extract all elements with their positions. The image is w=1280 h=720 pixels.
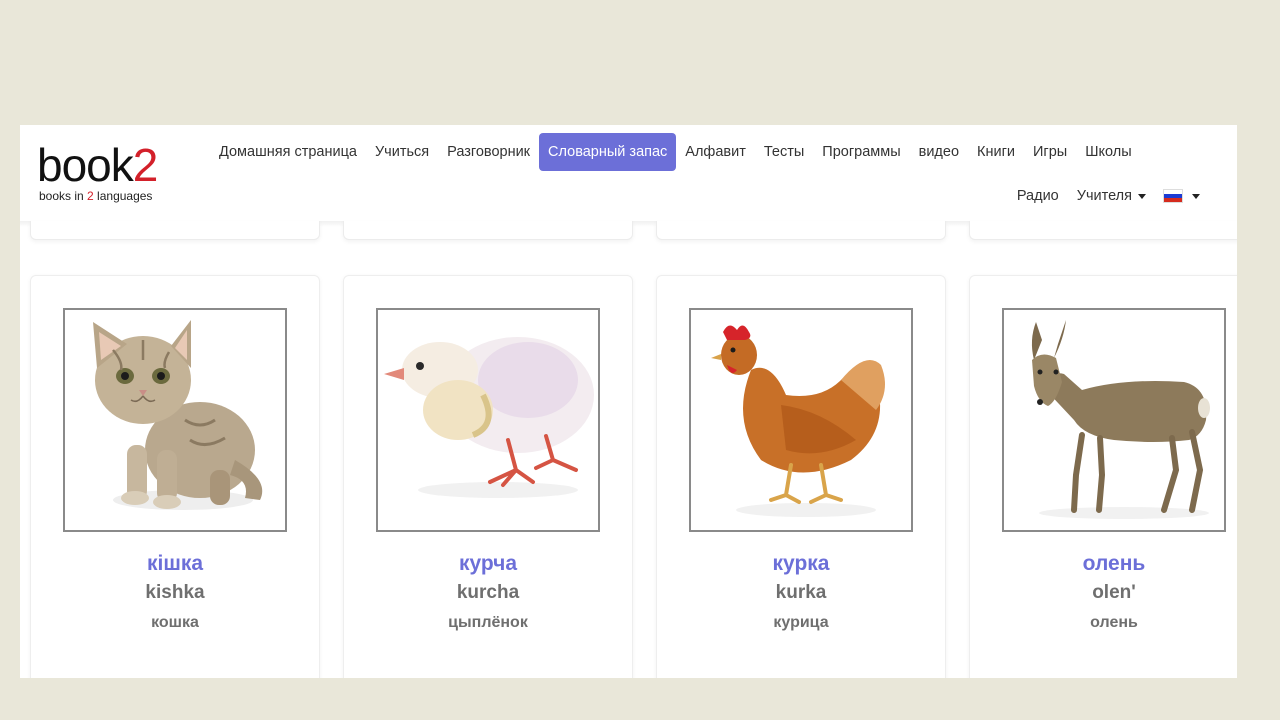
prev-card-bottom <box>30 221 320 240</box>
nav-schools[interactable]: Школы <box>1076 133 1140 171</box>
nav-books[interactable]: Книги <box>968 133 1024 171</box>
logo-tag-start: books in <box>39 189 88 203</box>
nav-teachers-label: Учителя <box>1076 188 1132 204</box>
nav-home[interactable]: Домашняя страница <box>210 133 366 171</box>
secondary-nav: Радио Учителя <box>1008 177 1209 215</box>
word-transliteration: kurcha <box>456 582 520 603</box>
logo-tagline: books in 2 languages <box>39 189 157 203</box>
vocab-card-deer[interactable]: олень olen' олень <box>969 275 1237 678</box>
nav-radio[interactable]: Радио <box>1008 177 1068 215</box>
word-russian: курица <box>773 614 829 631</box>
language-dropdown[interactable] <box>1155 179 1209 213</box>
prev-card-bottom <box>656 221 946 240</box>
deer-illustration <box>1031 320 1210 519</box>
nav-alphabet[interactable]: Алфавит <box>676 133 755 171</box>
logo-wordmark: book2 <box>37 139 159 191</box>
ru-flag-icon <box>1164 190 1182 202</box>
word-native[interactable]: олень <box>970 552 1237 576</box>
word-russian: кошка <box>151 614 199 631</box>
kitten-image <box>63 308 287 532</box>
chick-image <box>376 308 600 532</box>
word-russian: цыплёнок <box>448 614 528 631</box>
word-transliteration: kishka <box>145 582 205 603</box>
logo-tag-end: languages <box>93 189 153 203</box>
word-native[interactable]: кішка <box>31 552 319 576</box>
word-transliteration: olen' <box>1092 582 1136 603</box>
nav-phrasebook[interactable]: Разговорник <box>438 133 539 171</box>
nav-learn[interactable]: Учиться <box>366 133 438 171</box>
word-transliteration: kurka <box>775 582 827 603</box>
book2-logo[interactable]: book2 books in 2 languages <box>37 139 159 203</box>
prev-card-bottom <box>969 221 1237 240</box>
word-russian: олень <box>1090 614 1138 631</box>
deer-image <box>1002 308 1226 532</box>
word-native[interactable]: курча <box>344 552 632 576</box>
logo-word-accent: 2 <box>132 139 159 191</box>
page-frame: book2 books in 2 languages Домашняя стра… <box>20 125 1237 678</box>
vocab-card-chick[interactable]: курча kurcha цыплёнок <box>343 275 633 678</box>
kitten-illustration <box>93 320 263 510</box>
chevron-down-icon <box>1138 193 1146 199</box>
nav-vocabulary[interactable]: Словарный запас <box>539 133 677 171</box>
nav-programs[interactable]: Программы <box>813 133 909 171</box>
hen-image <box>689 308 913 532</box>
logo-word-start: book <box>37 139 134 191</box>
logo-tag-accent: 2 <box>87 189 94 203</box>
vocab-card-hen[interactable]: курка kurka курица <box>656 275 946 678</box>
nav-teachers-dropdown[interactable]: Учителя <box>1068 177 1155 215</box>
prev-card-bottom <box>343 221 633 240</box>
nav-games[interactable]: Игры <box>1024 133 1076 171</box>
nav-video[interactable]: видео <box>910 133 968 171</box>
chevron-down-icon <box>1192 193 1200 199</box>
vocab-card-kitten[interactable]: кішка kishka кошка <box>30 275 320 678</box>
hen-illustration <box>711 325 885 517</box>
main-nav: Домашняя страница Учиться Разговорник Сл… <box>210 133 1141 171</box>
word-native[interactable]: курка <box>657 552 945 576</box>
chick-illustration <box>384 337 594 498</box>
nav-tests[interactable]: Тесты <box>755 133 813 171</box>
